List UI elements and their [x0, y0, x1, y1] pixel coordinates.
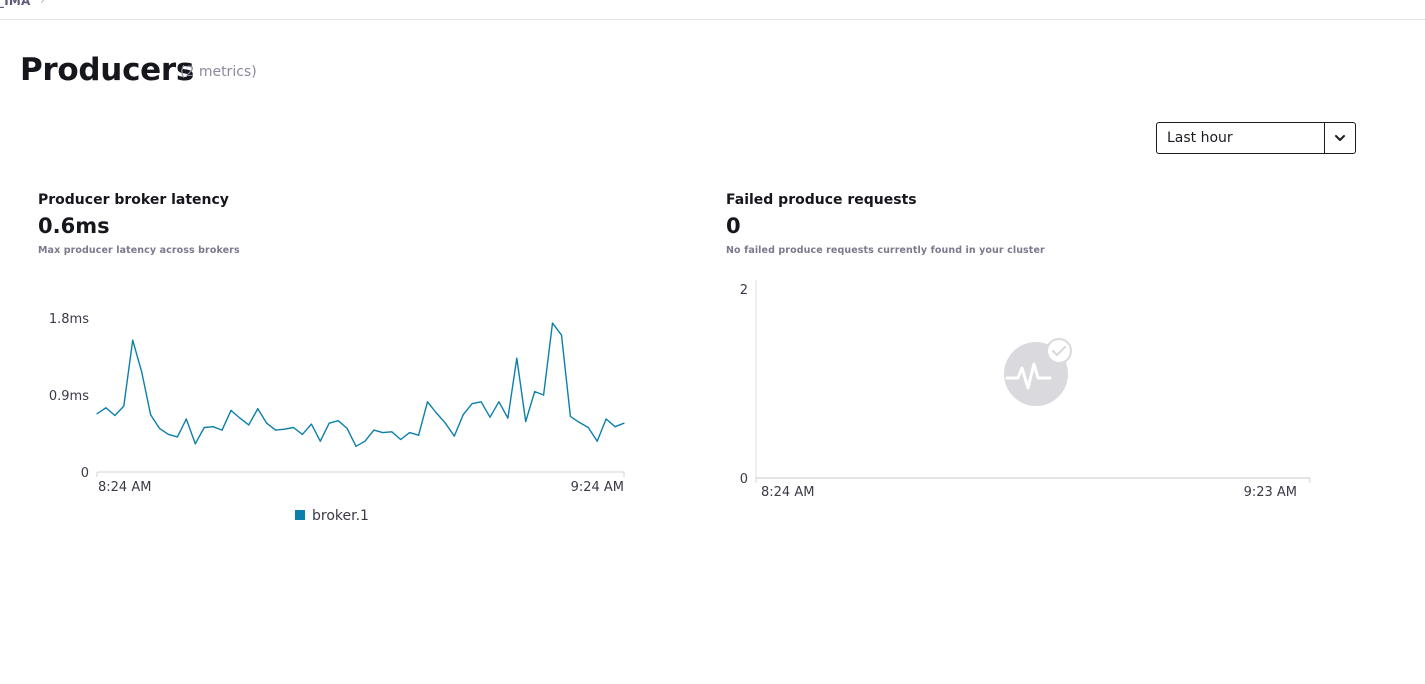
x-tick-label: 8:24 AM — [761, 485, 814, 500]
data-point — [543, 394, 545, 396]
data-point — [257, 408, 259, 410]
data-point — [319, 440, 321, 442]
data-point — [525, 420, 527, 423]
data-point — [346, 427, 348, 429]
data-point — [498, 401, 500, 403]
time-range-select[interactable]: Last hour — [1156, 122, 1356, 154]
data-point — [409, 432, 411, 434]
data-point — [560, 334, 563, 336]
failed-requests-card-value: 0 — [726, 214, 741, 238]
data-point — [623, 422, 625, 424]
data-point — [578, 421, 580, 423]
data-point — [426, 401, 429, 403]
data-point — [516, 357, 518, 359]
data-point — [596, 440, 598, 442]
data-point — [141, 371, 143, 373]
metrics-count: (2 metrics) — [180, 64, 257, 80]
y-tick-label: 0.9ms — [49, 389, 89, 404]
data-point — [194, 443, 196, 445]
data-point — [444, 422, 446, 424]
data-point — [373, 429, 375, 431]
heartbeat-check-icon — [1004, 338, 1072, 406]
data-point — [96, 413, 98, 415]
y-tick-label: 1.8ms — [49, 312, 89, 327]
data-point — [462, 414, 464, 416]
failed-requests-chart: 2 0 8:24 AM 9:23 AM — [740, 280, 1311, 500]
latency-line-chart: 1.8ms 0.9ms 0 8:24 AM 9:24 AM — [49, 312, 625, 495]
data-point — [391, 431, 393, 433]
data-point — [284, 428, 286, 430]
data-point — [203, 426, 205, 429]
data-point — [105, 407, 107, 409]
latency-card-title: Producer broker latency — [38, 192, 229, 208]
top-breadcrumb-bar: _IMA › — [0, 0, 1425, 20]
data-point — [266, 422, 268, 424]
data-point — [551, 322, 554, 324]
latency-card-value: 0.6ms — [38, 214, 110, 238]
series-line-broker-1 — [96, 322, 625, 448]
x-tick-label: 9:24 AM — [571, 480, 624, 495]
data-point — [569, 415, 572, 417]
failed-requests-card-title: Failed produce requests — [726, 192, 917, 208]
data-point — [355, 445, 357, 447]
data-point — [114, 414, 116, 417]
data-point — [418, 434, 420, 436]
data-point — [292, 426, 295, 429]
data-point — [132, 339, 134, 341]
data-point — [230, 409, 232, 411]
data-point — [176, 436, 178, 438]
data-point — [534, 391, 536, 393]
data-point — [337, 420, 339, 422]
data-point — [167, 433, 170, 435]
data-point — [364, 440, 366, 442]
page-title: Producers — [20, 52, 195, 88]
data-point — [471, 403, 473, 405]
data-point — [212, 426, 214, 428]
time-range-value: Last hour — [1167, 130, 1233, 146]
breadcrumb-separator-icon: › — [40, 0, 45, 7]
data-point — [150, 414, 152, 416]
chart-legend[interactable]: broker.1 — [295, 508, 369, 524]
data-point — [587, 426, 589, 429]
legend-label-broker-1: broker.1 — [312, 508, 369, 524]
data-point — [221, 429, 223, 431]
data-point — [275, 429, 277, 431]
breadcrumb-link[interactable]: _IMA — [0, 0, 31, 8]
data-point — [382, 432, 384, 434]
data-point — [489, 416, 491, 418]
x-tick-label: 8:24 AM — [98, 480, 151, 495]
latency-card-description: Max producer latency across brokers — [38, 245, 240, 256]
data-point — [480, 401, 482, 403]
data-point — [301, 433, 303, 435]
data-point — [310, 423, 312, 425]
chevron-down-icon[interactable] — [1325, 123, 1355, 153]
y-tick-label: 2 — [740, 283, 748, 298]
data-point — [614, 426, 616, 428]
data-point — [248, 424, 250, 426]
data-point — [605, 418, 607, 420]
data-point — [158, 427, 161, 429]
data-point — [239, 417, 241, 419]
legend-swatch — [295, 510, 305, 520]
x-tick-label: 9:23 AM — [1244, 485, 1297, 500]
data-point — [328, 422, 330, 424]
failed-requests-card-description: No failed produce requests currently fou… — [726, 245, 1045, 256]
data-point — [453, 435, 455, 437]
data-point — [185, 418, 187, 420]
y-tick-label: 0 — [740, 472, 748, 487]
y-tick-label: 0 — [81, 466, 89, 481]
data-point — [400, 438, 402, 441]
data-point — [435, 412, 437, 414]
data-point — [507, 417, 509, 419]
data-point — [123, 405, 125, 407]
